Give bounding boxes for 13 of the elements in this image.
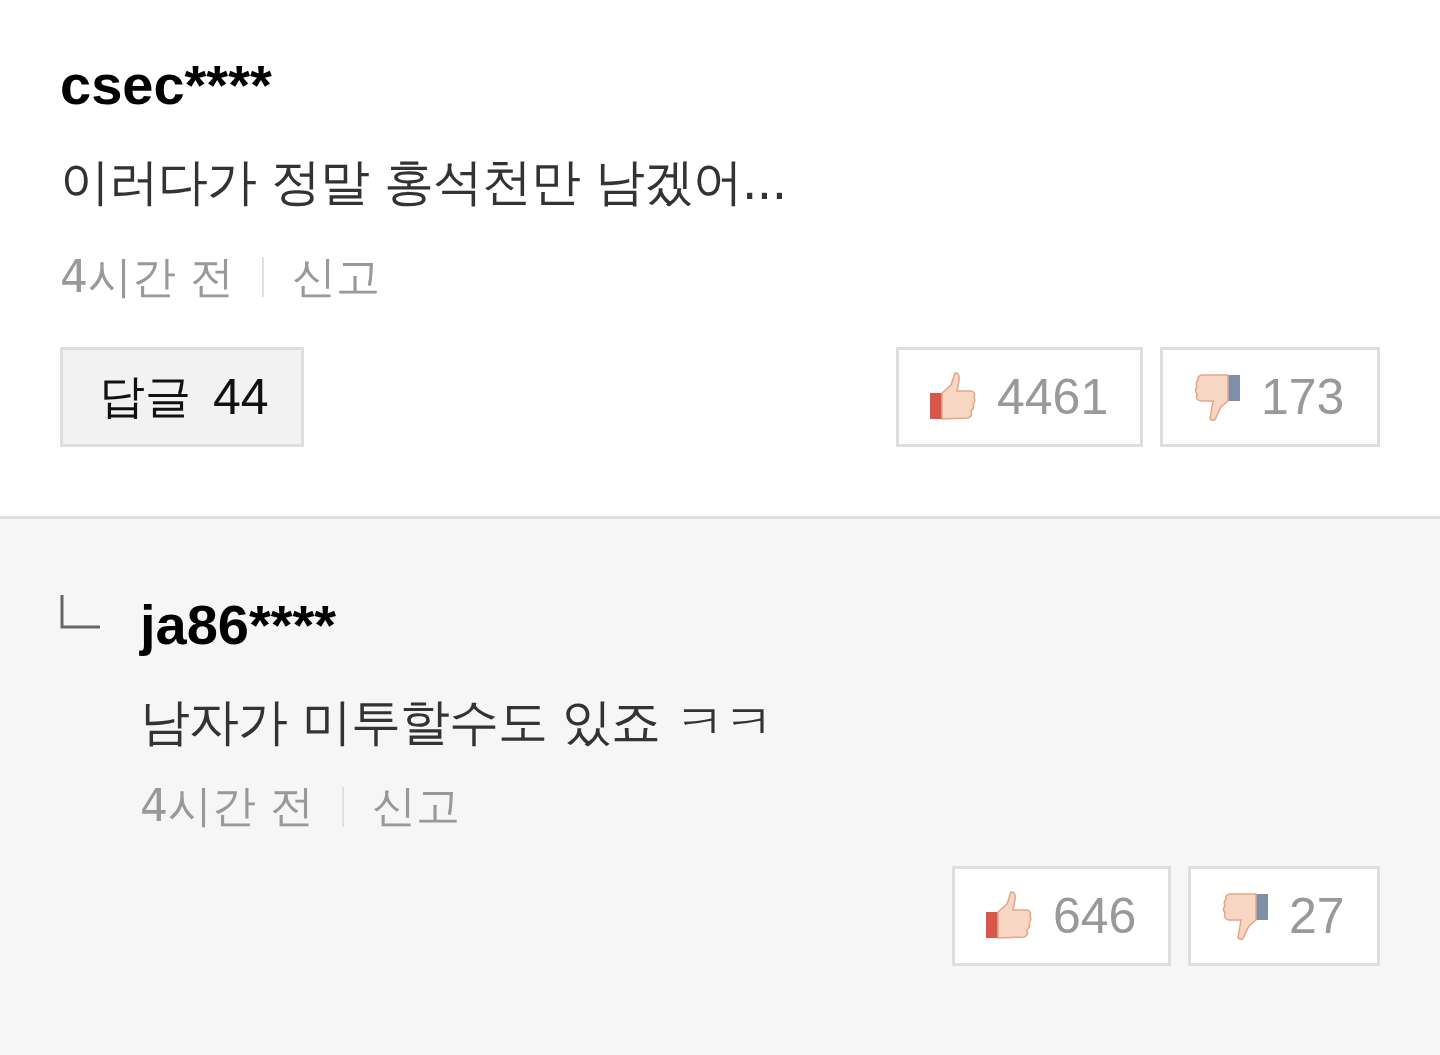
- timestamp: 4시간 전: [140, 779, 314, 833]
- report-link[interactable]: 신고: [292, 247, 380, 307]
- dislike-button[interactable]: 27: [1188, 866, 1380, 966]
- dislike-button[interactable]: 173: [1160, 347, 1380, 447]
- username: csec****: [60, 52, 273, 118]
- comment-text: 남자가 미투할수도 있죠 ㅋㅋ: [140, 692, 774, 753]
- username: ja86****: [140, 592, 338, 658]
- like-button[interactable]: 646: [952, 866, 1171, 966]
- comment-text: 이러다가 정말 홍석천만 남겠어...: [60, 152, 788, 213]
- like-button[interactable]: 4461: [896, 347, 1143, 447]
- timestamp: 4시간 전: [60, 249, 234, 304]
- report-link[interactable]: 신고: [372, 777, 460, 836]
- reply-button[interactable]: 답글 44: [60, 347, 304, 447]
